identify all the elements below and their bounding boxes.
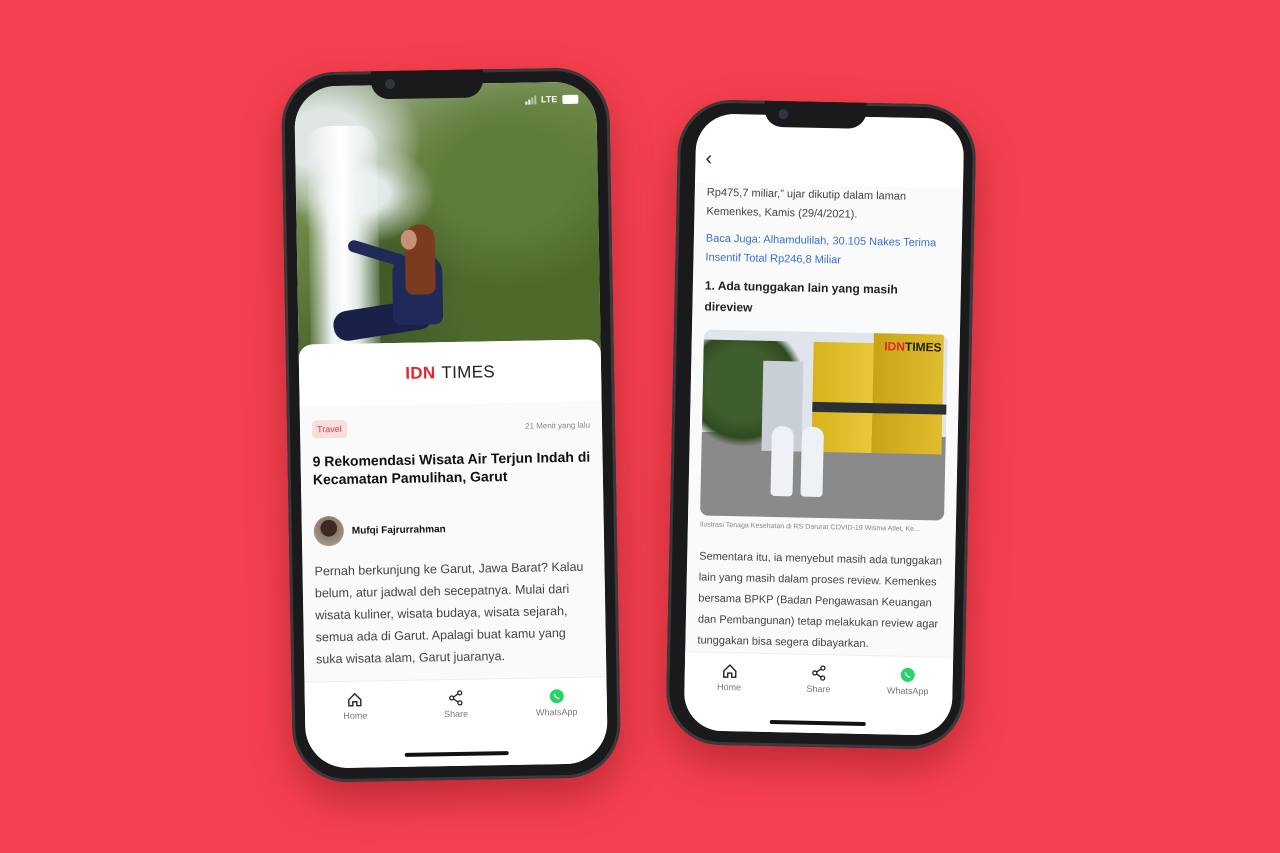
image-watermark-logo: IDNTIMES: [884, 339, 942, 355]
battery-icon: [562, 94, 579, 104]
tab-home[interactable]: Home: [694, 662, 765, 692]
phone-notch: [370, 69, 484, 100]
left-screen: LTE IDN TIMES Travel 21 Menit yang lalu …: [294, 81, 608, 769]
article-hero-image: [294, 81, 601, 357]
tab-whatsapp[interactable]: WhatsApp: [521, 688, 591, 718]
brand-logo: IDN TIMES: [298, 339, 602, 407]
front-camera: [778, 109, 789, 120]
right-screen: ‹ Rp475,7 miliar,” ujar dikutip dalam la…: [683, 113, 965, 736]
tab-share[interactable]: Share: [783, 664, 854, 694]
back-icon[interactable]: ‹: [705, 148, 712, 171]
phone-right: ‹ Rp475,7 miliar,” ujar dikutip dalam la…: [665, 98, 977, 751]
whatsapp-icon: [901, 667, 916, 682]
bottom-tab-bar: Home Share WhatsApp: [304, 676, 608, 769]
related-article-link[interactable]: Baca Juga: Alhamdulilah, 30.105 Nakes Te…: [705, 230, 950, 273]
article-body: Pernah berkunjung ke Garut, Jawa Barat? …: [314, 559, 584, 667]
article-meta: Travel 21 Menit yang lalu: [300, 401, 603, 439]
article-paragraph: Sementara itu, ia menyebut masih ada tun…: [697, 550, 943, 651]
bottom-tab-bar: Home Share WhatsApp: [683, 651, 954, 736]
network-label: LTE: [540, 94, 558, 105]
section-heading: 1. Ada tunggakan lain yang masih direvie…: [704, 278, 898, 315]
status-bar: LTE: [525, 94, 579, 105]
health-worker-graphic: [770, 425, 794, 497]
home-icon: [348, 692, 362, 707]
signal-icon: [525, 94, 537, 105]
share-icon: [449, 690, 463, 706]
phone-left: LTE IDN TIMES Travel 21 Menit yang lalu …: [280, 67, 622, 783]
avatar: [313, 515, 345, 547]
whatsapp-icon: [549, 689, 564, 704]
tab-whatsapp[interactable]: WhatsApp: [873, 666, 944, 696]
home-indicator: [404, 751, 509, 757]
home-icon: [722, 664, 737, 678]
image-caption: Ilustrasi Tenaga Kesehatan di RS Darurat…: [699, 521, 920, 534]
category-tag[interactable]: Travel: [311, 419, 347, 439]
share-icon: [812, 665, 826, 681]
article-image: IDNTIMES: [700, 329, 948, 521]
publish-time: 21 Menit yang lalu: [525, 420, 591, 431]
author-row[interactable]: Mufqi Fajrurrahman: [301, 483, 604, 547]
home-indicator: [769, 719, 866, 727]
article-paragraph: Rp475,7 miliar,” ujar dikutip dalam lama…: [706, 186, 907, 221]
tab-home[interactable]: Home: [320, 691, 390, 721]
author-name: Mufqi Fajrurrahman: [351, 523, 446, 537]
tab-share[interactable]: Share: [421, 689, 491, 719]
article-title: 9 Rekomendasi Wisata Air Terjun Indah di…: [312, 448, 591, 488]
phone-notch: [764, 100, 867, 129]
front-camera: [384, 78, 396, 90]
